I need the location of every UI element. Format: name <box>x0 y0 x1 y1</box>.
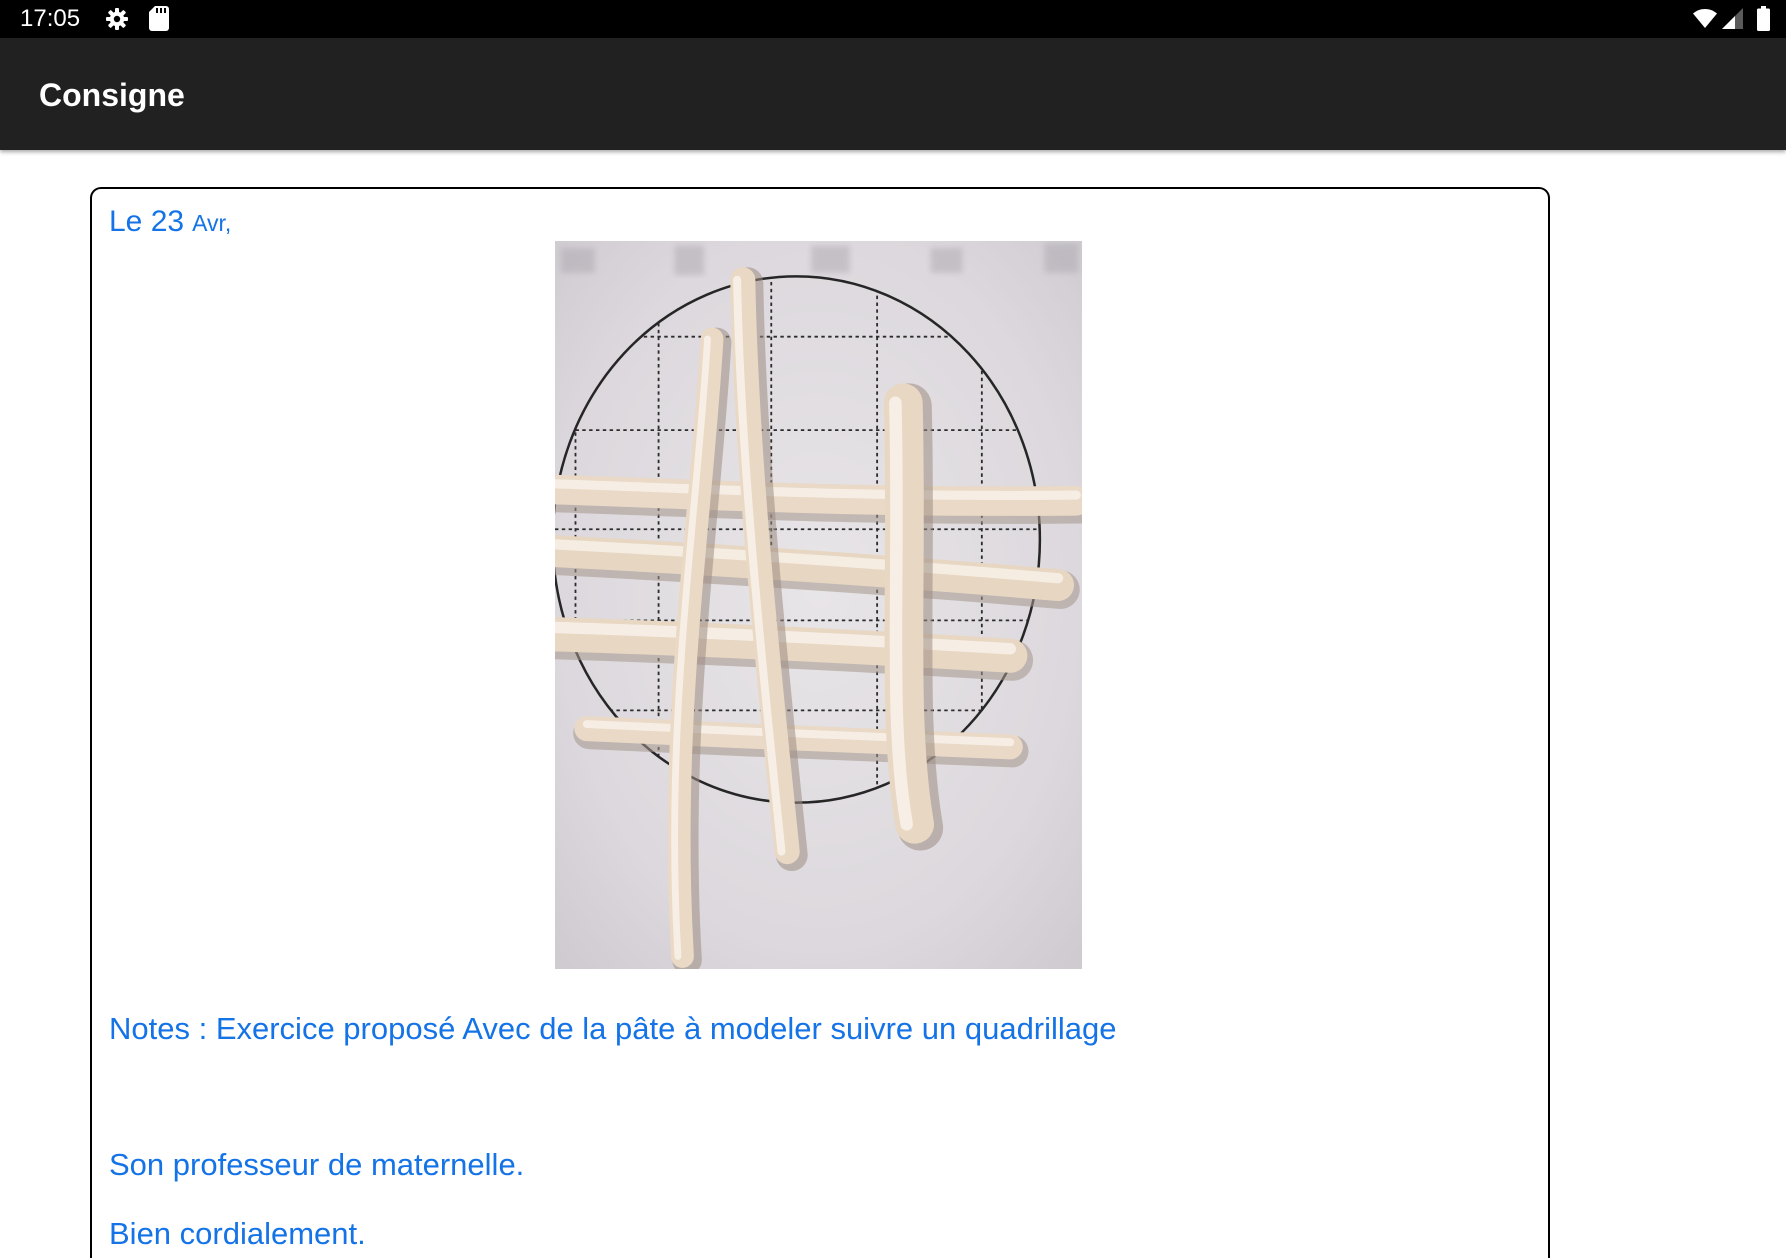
message-card: Le 23 Avr, Notes: Exercice proposé Avec… <box>90 187 1550 1258</box>
signal-icon <box>1722 8 1743 29</box>
date-month: Avr, <box>192 210 232 236</box>
page-title: Consigne <box>39 77 185 113</box>
closing-text: Bien cordialement. <box>109 1216 366 1251</box>
exercise-photo <box>555 241 1082 969</box>
wifi-icon <box>1693 9 1717 28</box>
date-day: Le 23 <box>109 205 185 238</box>
sd-card-icon <box>149 6 169 31</box>
screen: 17:05 Consigne Le 23 Avr, Notes: Exerci… <box>0 0 1786 1258</box>
notes-text: Notes : Exercice proposé Avec de la pâte… <box>109 1011 1117 1046</box>
message-date: Le 23 Avr, <box>109 203 231 241</box>
status-time: 17:05 <box>20 5 81 32</box>
clay-roll <box>555 474 1082 524</box>
photo-background <box>555 241 1082 969</box>
signature-text: Son professeur de maternelle. <box>109 1147 525 1182</box>
settings-icon <box>105 7 129 31</box>
exercise-photo-drawing <box>555 241 1082 969</box>
status-bar: 17:05 <box>0 0 1786 38</box>
battery-icon <box>1757 6 1770 31</box>
clay-roll <box>883 383 944 851</box>
app-bar: Consigne <box>0 38 1786 150</box>
